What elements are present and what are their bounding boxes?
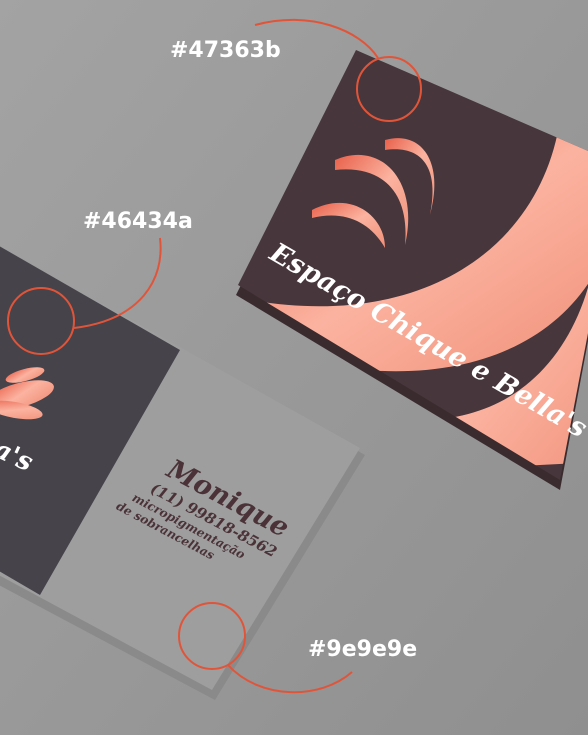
mockup-scene: Espaço Chique e Bella's a's Monique (11)…: [0, 0, 588, 735]
swatch-label-1: #47363b: [170, 38, 281, 63]
swatch-label-2: #46434a: [83, 209, 193, 234]
swatch-label-3: #9e9e9e: [308, 637, 417, 662]
